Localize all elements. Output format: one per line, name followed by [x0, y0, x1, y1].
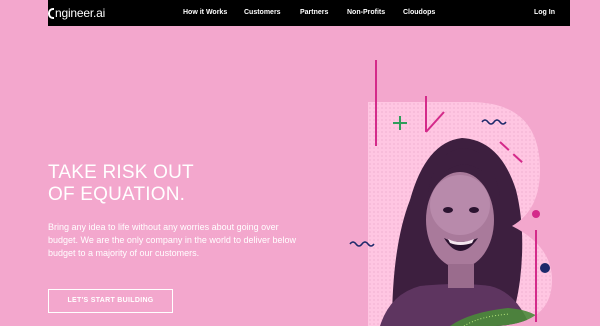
nav-cloudops[interactable]: Cloudops [403, 0, 435, 26]
hero-description: Bring any idea to life without any worri… [48, 222, 296, 258]
hero-title-line-1: TAKE RISK OUT [48, 162, 194, 183]
login-link[interactable]: Log In [534, 0, 555, 26]
hero-title: TAKE RISK OUT OF EQUATION. [48, 162, 308, 206]
decor-dot-pink [532, 210, 540, 218]
logo-text: ngineer.ai [55, 6, 106, 20]
nav-non-profits[interactable]: Non-Profits [347, 0, 385, 26]
hero-illustration [349, 60, 552, 326]
decor-dot-navy [540, 263, 550, 273]
start-building-button[interactable]: LET'S START BUILDING [48, 289, 173, 313]
brand-logo[interactable]: ngineer.ai [48, 0, 105, 26]
nav-partners[interactable]: Partners [300, 0, 328, 26]
logo-mark-icon [48, 7, 54, 19]
nav-customers[interactable]: Customers [244, 0, 281, 26]
top-navbar: ngineer.ai How it Works Customers Partne… [48, 0, 570, 26]
hero-title-line-2: OF EQUATION. [48, 184, 186, 205]
nav-how-it-works[interactable]: How it Works [183, 0, 227, 26]
